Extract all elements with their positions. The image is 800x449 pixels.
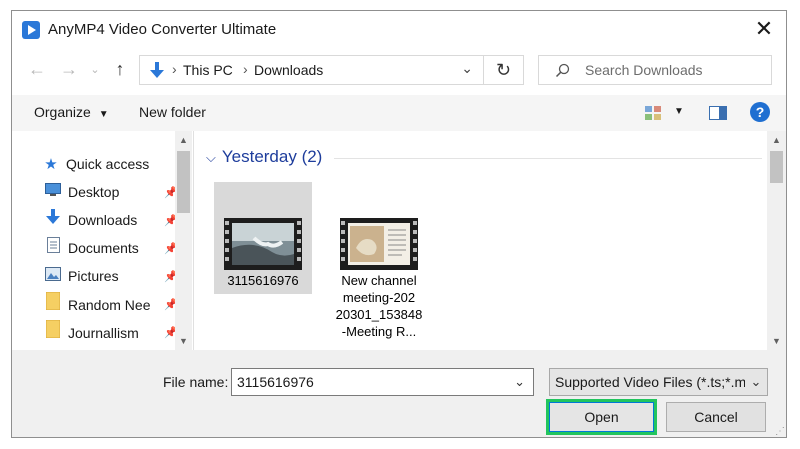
address-bar[interactable]: › This PC › Downloads ⌄ [139, 55, 484, 85]
search-placeholder: Search Downloads [585, 62, 703, 78]
navigation-scrollbar[interactable]: ▲ ▼ [175, 131, 192, 350]
back-arrow-icon[interactable]: ← [26, 59, 48, 80]
address-dropdown-chevron-icon[interactable]: ⌄ [461, 60, 473, 77]
downloads-icon [44, 208, 62, 232]
file-item-3115616976[interactable]: 3115616976 [214, 182, 312, 294]
refresh-icon[interactable]: ↻ [484, 55, 524, 85]
file-open-dialog: AnyMP4 Video Converter Ultimate ✕ ← → ⌄ … [11, 10, 787, 438]
view-options-icon[interactable] [645, 106, 661, 120]
file-name: 3115616976 [227, 273, 299, 288]
scroll-up-icon[interactable]: ▲ [179, 135, 188, 145]
address-separator: › [243, 61, 248, 77]
file-name-input[interactable]: 3115616976 ⌄ [231, 368, 534, 396]
nav-item-label: Pictures [68, 268, 119, 284]
recent-locations-chevron-icon[interactable]: ⌄ [84, 63, 106, 76]
organize-button[interactable]: Organize ▼ [34, 104, 109, 120]
address-separator: › [172, 61, 177, 77]
navigation-pane: ★ Quick access Desktop 📌 Downloads 📌 Docu… [12, 131, 195, 350]
scroll-down-icon[interactable]: ▼ [179, 336, 188, 346]
help-icon[interactable]: ? [750, 102, 770, 122]
file-type-value: Supported Video Files (*.ts;*.mt [555, 374, 751, 390]
group-header[interactable]: ⌵ Yesterday (2) [206, 147, 322, 167]
nav-item-label: Documents [68, 240, 139, 256]
nav-item-downloads[interactable]: Downloads [44, 208, 184, 232]
window-title: AnyMP4 Video Converter Ultimate [48, 21, 277, 38]
command-bar: Organize ▼ New folder ▼ ? [12, 95, 786, 131]
file-type-select[interactable]: Supported Video Files (*.ts;*.mt ⌄ [549, 368, 768, 396]
nav-item-label: Downloads [68, 212, 138, 228]
open-button[interactable]: Open [546, 399, 657, 435]
nav-item-documents[interactable]: Documents [44, 236, 184, 260]
collapse-chevron-icon: ⌵ [206, 150, 216, 165]
cancel-button[interactable]: Cancel [666, 402, 766, 432]
nav-quick-access-label: Quick access [66, 156, 150, 172]
nav-item-journallism[interactable]: Journallism [44, 319, 184, 345]
nav-quick-access[interactable]: ★ Quick access [42, 152, 182, 176]
forward-arrow-icon[interactable]: → [58, 59, 80, 80]
file-name-line: -Meeting R... [341, 324, 417, 339]
folder-icon [44, 291, 62, 317]
nav-item-label: Desktop [68, 184, 120, 200]
search-icon [555, 63, 570, 78]
breadcrumb-downloads[interactable]: Downloads [254, 62, 323, 78]
file-name: New channel meeting-202 20301_153848 -Me… [330, 272, 428, 340]
dialog-footer: File name: 3115616976 ⌄ Supported Video … [12, 350, 786, 437]
file-item-new-channel-meeting[interactable]: New channel meeting-202 20301_153848 -Me… [330, 182, 428, 339]
new-folder-button[interactable]: New folder [139, 104, 206, 120]
organize-label: Organize [34, 104, 91, 120]
desktop-icon [44, 180, 62, 204]
address-row: ← → ⌄ ↑ › This PC › Downloads ⌄ ↻ Search… [12, 49, 786, 95]
file-type-chevron-icon: ⌄ [745, 369, 767, 395]
organize-dropdown-icon: ▼ [98, 109, 109, 120]
file-name-line: New channel [341, 273, 417, 288]
nav-item-pictures[interactable]: Pictures [44, 264, 184, 288]
documents-icon [44, 236, 62, 260]
scroll-down-icon[interactable]: ▼ [772, 336, 781, 346]
preview-pane-icon[interactable] [709, 106, 727, 120]
group-label: Yesterday (2) [221, 147, 323, 166]
video-thumbnail-icon [224, 218, 302, 270]
star-icon: ★ [44, 156, 58, 173]
file-name-label: File name: [163, 374, 229, 390]
title-bar: AnyMP4 Video Converter Ultimate ✕ [12, 11, 786, 49]
file-name-value: 3115616976 [237, 374, 314, 390]
search-box[interactable]: Search Downloads [538, 55, 772, 85]
up-arrow-icon[interactable]: ↑ [109, 59, 131, 80]
file-list: ⌵ Yesterday (2) 3115616976 New channel m… [194, 131, 767, 350]
pictures-icon [44, 264, 62, 288]
group-divider [334, 158, 762, 159]
video-thumbnail-icon [340, 218, 418, 270]
file-name-line: meeting-202 [342, 290, 416, 305]
resize-grip-icon[interactable]: ⋰ [775, 426, 785, 437]
scroll-up-icon[interactable]: ▲ [772, 135, 781, 145]
app-icon [22, 21, 40, 39]
folder-icon [44, 319, 62, 345]
view-dropdown-icon[interactable]: ▼ [674, 106, 684, 117]
scroll-thumb[interactable] [177, 151, 190, 213]
breadcrumb-this-pc[interactable]: This PC [183, 62, 233, 78]
downloads-location-icon [150, 62, 164, 78]
file-name-dropdown-chevron-icon[interactable]: ⌄ [514, 369, 525, 395]
nav-item-label: Random Nee [68, 297, 151, 313]
nav-item-desktop[interactable]: Desktop [44, 180, 184, 204]
file-name-line: 20301_153848 [335, 307, 423, 322]
file-list-scrollbar[interactable]: ▲ ▼ [767, 131, 786, 350]
nav-item-label: Journallism [68, 325, 139, 341]
scroll-thumb[interactable] [770, 151, 783, 183]
nav-item-random-nee[interactable]: Random Nee [44, 291, 184, 317]
close-icon[interactable]: ✕ [746, 13, 782, 47]
